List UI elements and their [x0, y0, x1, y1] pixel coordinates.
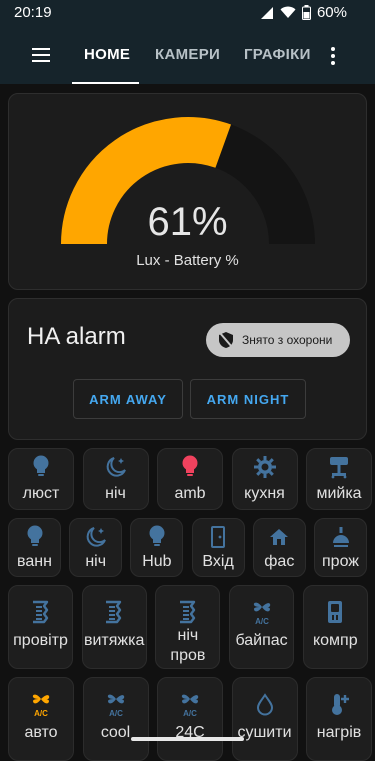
tile-2-2[interactable]: ніч — [69, 518, 123, 577]
fan-ac-icon: A/C — [250, 598, 274, 626]
water-icon — [256, 690, 274, 718]
spotlight-icon — [330, 525, 352, 549]
desk-lamp-icon — [327, 455, 351, 479]
gauge-card[interactable]: 61% Lux - Battery % — [8, 93, 367, 290]
moon-stars-icon — [84, 525, 108, 549]
door-icon — [209, 525, 227, 549]
tile-label: ніч — [105, 485, 126, 502]
tile-label: байпас — [235, 632, 288, 649]
tile-label: ніч — [85, 553, 107, 570]
moon-stars-icon — [104, 455, 128, 479]
tile-label: Hub — [142, 553, 172, 570]
fan-ac-icon: A/C — [178, 690, 202, 718]
tile-label: cool — [100, 724, 131, 741]
tile-4-2[interactable]: A/C cool — [82, 677, 149, 761]
svg-text:A/C: A/C — [255, 617, 269, 625]
tile-3-2[interactable]: витяжка — [81, 585, 147, 669]
tile-2-6[interactable]: прож — [314, 518, 367, 577]
tile-label: мийка — [316, 485, 362, 502]
tile-4-3[interactable]: A/C 24C — [157, 677, 223, 761]
compressor-icon — [326, 598, 344, 626]
status-icons: 60% — [260, 4, 347, 21]
tile-label: Вхід — [202, 553, 234, 570]
bulb-icon — [148, 525, 166, 549]
menu-icon[interactable] — [30, 45, 52, 65]
tile-label: авто — [24, 724, 58, 741]
tile-4-1[interactable]: A/C авто — [8, 677, 74, 761]
tile-label: провітр — [13, 632, 68, 649]
tab-graphs[interactable]: ГРАФІКИ — [244, 46, 311, 63]
tile-3-1[interactable]: провітр — [8, 585, 73, 669]
tile-label: ніч пров — [170, 627, 206, 664]
tab-home[interactable]: HOME — [84, 46, 130, 63]
bulb-icon — [181, 455, 199, 479]
thermometer-plus-icon — [327, 690, 351, 718]
home-indicator[interactable] — [131, 737, 244, 741]
bulb-icon — [32, 455, 50, 479]
home-icon — [268, 525, 290, 549]
tile-2-5[interactable]: фас — [252, 518, 306, 577]
app-bar: HOME КАМЕРИ ГРАФІКИ — [0, 26, 375, 84]
signal-icon — [260, 6, 273, 19]
tile-label: amb — [174, 485, 206, 502]
bulb-icon — [26, 525, 44, 549]
air-filter-icon — [102, 598, 126, 626]
tab-cameras[interactable]: КАМЕРИ — [155, 46, 220, 63]
svg-text:A/C: A/C — [34, 709, 48, 717]
alarm-card: HA alarm Знято з охорони ARM AWAY ARM NI… — [8, 298, 367, 440]
status-time: 20:19 — [14, 4, 52, 21]
tile-3-4[interactable]: A/C байпас — [229, 585, 295, 669]
tile-label: ванн — [17, 553, 52, 570]
tile-label: люст — [22, 485, 60, 502]
shield-off-icon — [219, 332, 233, 348]
alarm-title: HA alarm — [27, 323, 126, 350]
fan-ac-icon: A/C — [104, 690, 128, 718]
air-filter-icon — [176, 598, 200, 626]
tile-4-5[interactable]: нагрів — [306, 677, 372, 761]
tile-1-5[interactable]: мийка — [306, 448, 372, 510]
tile-label: прож — [322, 553, 359, 570]
arm-night-button[interactable]: ARM NIGHT — [190, 379, 306, 419]
alarm-state-badge[interactable]: Знято з охорони — [206, 323, 350, 357]
tile-3-3[interactable]: ніч пров — [155, 585, 221, 669]
tile-label: фас — [264, 553, 295, 570]
tile-3-5[interactable]: компр — [302, 585, 368, 669]
gauge-value: 61% — [147, 200, 228, 244]
gauge-label: Lux - Battery % — [136, 252, 239, 269]
more-vert-icon[interactable] — [328, 46, 338, 66]
svg-text:A/C: A/C — [109, 709, 123, 717]
tile-label: нагрів — [316, 724, 362, 741]
brightness-icon — [253, 455, 277, 479]
tile-1-1[interactable]: люст — [8, 448, 74, 510]
tile-label: компр — [312, 632, 358, 649]
arm-away-button[interactable]: ARM AWAY — [73, 379, 183, 419]
svg-text:A/C: A/C — [183, 709, 197, 717]
tile-label: витяжка — [83, 632, 145, 649]
tile-1-4[interactable]: кухня — [231, 448, 298, 510]
status-bar: 20:19 60% — [0, 0, 375, 26]
tile-4-4[interactable]: сушити — [231, 677, 298, 761]
tile-2-4[interactable]: Вхід — [191, 518, 245, 577]
fan-ac-icon: A/C — [29, 690, 53, 718]
tile-label: кухня — [244, 485, 285, 502]
tile-1-2[interactable]: ніч — [82, 448, 149, 510]
battery-icon — [301, 5, 311, 20]
tile-label: сушити — [237, 724, 292, 741]
tile-2-3[interactable]: Hub — [130, 518, 184, 577]
air-filter-icon — [29, 598, 53, 626]
tile-2-1[interactable]: ванн — [8, 518, 61, 577]
active-tab-indicator — [72, 82, 139, 84]
battery-percent: 60% — [316, 4, 347, 21]
wifi-icon — [280, 6, 296, 18]
tile-1-3[interactable]: amb — [157, 448, 223, 510]
alarm-state-text: Знято з охорони — [242, 333, 333, 347]
